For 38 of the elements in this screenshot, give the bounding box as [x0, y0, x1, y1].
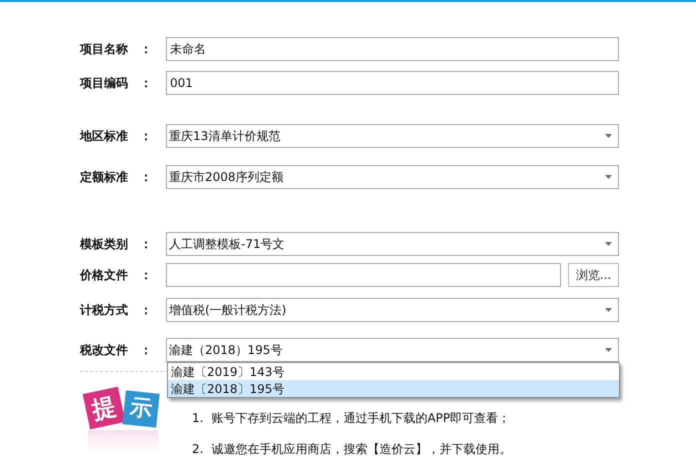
field-label: 税改文件 — [80, 342, 129, 359]
dropdown-caret-icon — [605, 134, 612, 138]
label-colon: ： — [140, 41, 153, 58]
dropdown-field[interactable]: 重庆市2008序列定额 — [166, 165, 619, 189]
dropdown-field[interactable]: 渝建（2018）195号 — [166, 338, 619, 362]
note-number: 1. — [192, 410, 204, 427]
label-colon: ： — [140, 75, 153, 92]
dropdown-field[interactable]: 人工调整模板-71号文 — [166, 232, 619, 256]
field-label: 价格文件 — [80, 267, 129, 284]
browse-button[interactable]: 浏览... — [568, 263, 619, 287]
dropdown-option[interactable]: 渝建〔2018〕195号 — [168, 380, 619, 397]
field-label: 项目名称 — [80, 41, 129, 58]
dropdown-field[interactable]: 增值税(一般计税方法) — [166, 298, 619, 322]
note-text: 账号下存到云端的工程，通过手机下载的APP即可查看； — [211, 410, 510, 427]
tip-badge-char: 示 — [128, 396, 154, 422]
note-text: 诚邀您在手机应用商店，搜索【造价云】，并下载使用。 — [211, 441, 512, 458]
dropdown-caret-icon — [605, 242, 612, 246]
label-colon: ： — [140, 302, 153, 319]
field-label: 定额标准 — [80, 169, 129, 186]
label-colon: ： — [140, 236, 153, 253]
dropdown-option[interactable]: 渝建〔2019〕143号 — [168, 363, 619, 380]
label-colon: ： — [140, 128, 153, 145]
label-colon: ： — [140, 169, 153, 186]
label-colon: ： — [140, 267, 153, 284]
note-number: 2. — [192, 441, 204, 458]
dropdown-caret-icon — [605, 308, 612, 312]
text-field[interactable]: 未命名 — [166, 37, 619, 61]
field-label: 项目编码 — [80, 75, 129, 92]
dropdown-caret-icon — [605, 175, 612, 179]
dropdown-caret-icon — [605, 348, 612, 352]
label-colon: ： — [140, 342, 153, 359]
field-label: 计税方式 — [80, 302, 129, 319]
field-label: 模板类别 — [80, 236, 129, 253]
text-field[interactable]: 001 — [166, 71, 619, 95]
file-path-field[interactable] — [166, 263, 561, 287]
tip-badge-char: 提 — [90, 394, 118, 422]
dropdown-field[interactable]: 重庆13清单计价规范 — [166, 124, 619, 148]
field-label: 地区标准 — [80, 128, 129, 145]
